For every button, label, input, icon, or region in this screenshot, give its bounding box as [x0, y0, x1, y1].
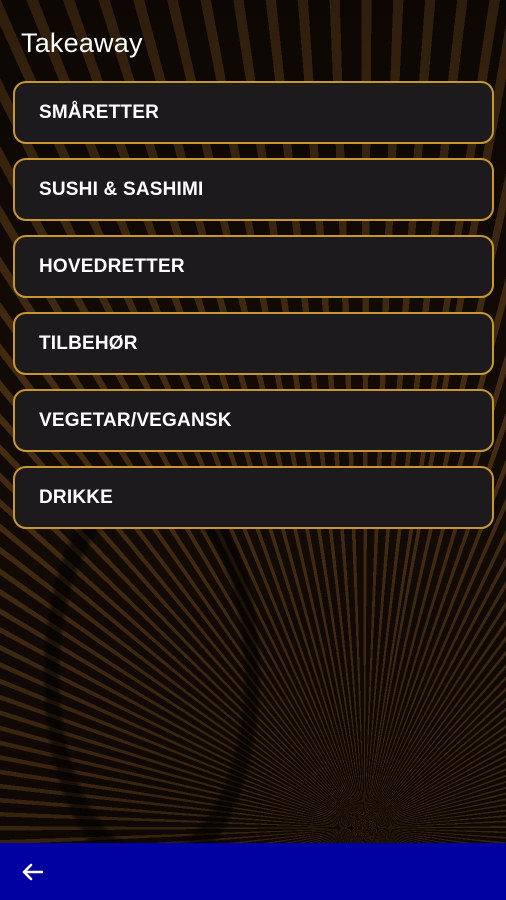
- takeaway-screen: Takeaway SMÅRETTER SUSHI & SASHIMI HOVED…: [0, 0, 506, 900]
- category-tilbehor-button[interactable]: TILBEHØR: [13, 312, 494, 375]
- category-drikke-button[interactable]: DRIKKE: [13, 466, 494, 529]
- category-hovedretter-button[interactable]: HOVEDRETTER: [13, 235, 494, 298]
- page-title: Takeaway: [21, 28, 143, 58]
- category-smaretter-button[interactable]: SMÅRETTER: [13, 81, 494, 144]
- category-label: HOVEDRETTER: [39, 255, 185, 277]
- category-label: TILBEHØR: [39, 332, 138, 354]
- category-label: VEGETAR/VEGANSK: [39, 409, 232, 431]
- back-button[interactable]: [18, 858, 46, 886]
- category-vegetar-vegansk-button[interactable]: VEGETAR/VEGANSK: [13, 389, 494, 452]
- category-label: SMÅRETTER: [39, 101, 160, 123]
- category-list: SMÅRETTER SUSHI & SASHIMI HOVEDRETTER TI…: [13, 81, 494, 543]
- category-label: SUSHI & SASHIMI: [39, 178, 204, 200]
- category-sushi-sashimi-button[interactable]: SUSHI & SASHIMI: [13, 158, 494, 221]
- arrow-left-icon: [22, 863, 43, 880]
- category-label: DRIKKE: [39, 486, 114, 508]
- bottom-navigation-bar: [0, 843, 506, 900]
